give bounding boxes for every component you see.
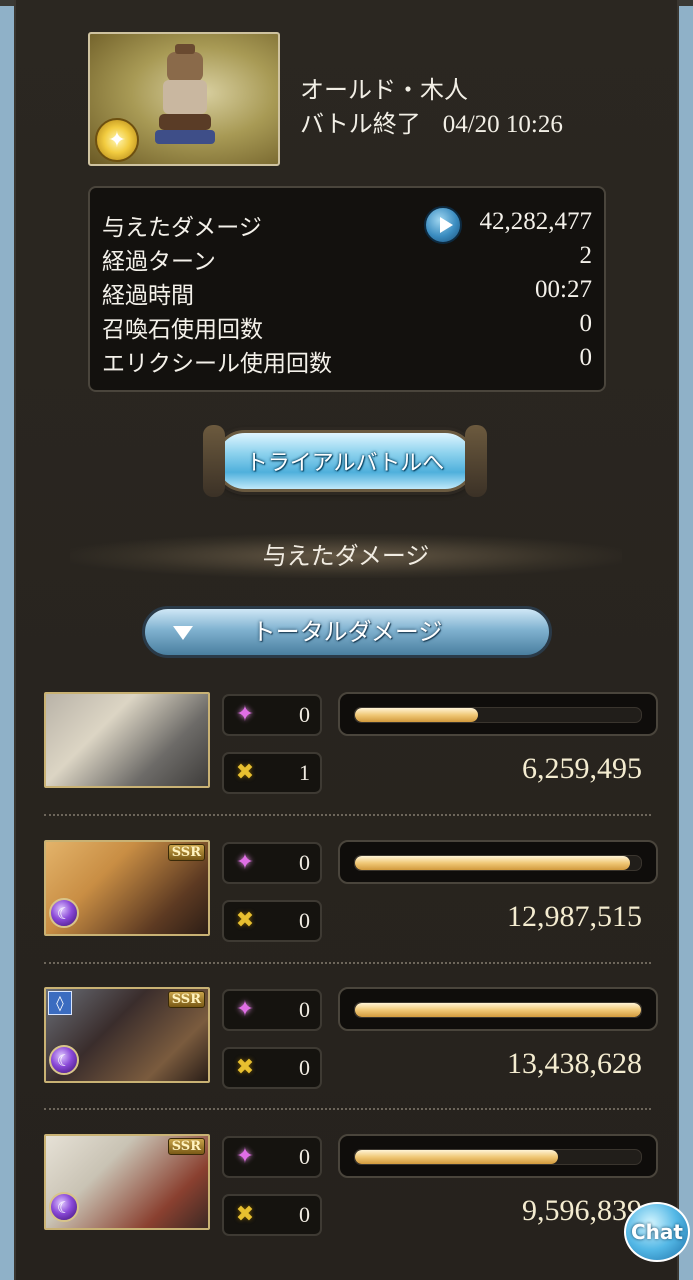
ougi-count: 0 [299, 702, 310, 727]
trial-battle-button[interactable]: トライアルバトルへ [203, 425, 487, 497]
ougi-count: 0 [299, 997, 310, 1022]
chain-count: 0 [299, 908, 310, 933]
rarity-badge: SSR [167, 1138, 205, 1155]
chain-count: 0 [299, 1055, 310, 1080]
character-portrait[interactable]: SSR ☾ [44, 840, 210, 936]
stat-row-elixirs: エリクシール使用回数 0 [102, 344, 592, 378]
chain-burst-icon: ✖ [235, 1202, 255, 1227]
rarity-badge: SSR [167, 991, 205, 1008]
chain-burst-icon: ✖ [235, 908, 255, 933]
stat-row-turns: 経過ターン 2 [102, 242, 592, 276]
chain-burst-icon: ✖ [235, 1055, 255, 1080]
chain-counter: ✖ 0 [222, 1047, 322, 1089]
character-row: ◊ SSR ☾ ✦ 0 ✖ 0 13,438,628 [44, 987, 664, 1097]
chain-counter: ✖ 1 [222, 752, 322, 794]
button-cap-right [465, 425, 487, 497]
chain-burst-icon: ✖ [235, 760, 255, 785]
character-damage: 6,259,495 [522, 752, 642, 785]
chain-counter: ✖ 0 [222, 1194, 322, 1236]
damage-share-bar [338, 840, 658, 884]
stat-row-time: 経過時間 00:27 [102, 276, 592, 310]
dark-element-icon: ☾ [49, 1045, 79, 1075]
row-divider [44, 1108, 651, 1110]
battle-status: バトル終了 04/20 10:26 [300, 104, 563, 139]
ougi-counter: ✦ 0 [222, 989, 322, 1031]
stat-value: 2 [579, 242, 593, 269]
battle-status-label: バトル終了 [300, 110, 421, 138]
stat-row-summons: 召喚石使用回数 0 [102, 310, 592, 344]
damage-share-bar [338, 987, 658, 1031]
character-portrait[interactable]: ◊ SSR ☾ [44, 987, 210, 1083]
stat-value: 0 [579, 344, 593, 371]
stat-row-damage: 与えたダメージ 42,282,477 [102, 206, 593, 244]
damage-type-dropdown-label: トータルダメージ [251, 618, 443, 646]
trial-battle-button-label: トライアルバトルへ [245, 451, 445, 476]
row-divider [44, 814, 651, 816]
character-row: SSR ☾ ✦ 0 ✖ 0 12,987,515 [44, 840, 664, 950]
damage-share-fill [355, 1003, 641, 1017]
stat-label: 与えたダメージ [102, 215, 262, 241]
stat-value: 0 [579, 310, 593, 337]
stat-label: 経過ターン [102, 249, 216, 275]
ougi-count: 0 [299, 1144, 310, 1169]
chain-counter: ✖ 0 [222, 900, 322, 942]
boss-thumbnail: ✦ [88, 32, 280, 166]
character-damage: 9,596,839 [522, 1194, 642, 1227]
character-portrait[interactable] [44, 692, 210, 788]
damage-share-bar [338, 1134, 658, 1178]
ougi-counter: ✦ 0 [222, 1136, 322, 1178]
chain-count: 0 [299, 1202, 310, 1227]
ougi-counter: ✦ 0 [222, 842, 322, 884]
damage-share-fill [355, 708, 478, 722]
battle-timestamp: 04/20 10:26 [442, 111, 563, 138]
chevron-down-icon [173, 626, 193, 640]
ougi-star-icon: ✦ [235, 997, 255, 1022]
ougi-count: 0 [299, 850, 310, 875]
light-element-icon: ✦ [95, 118, 139, 162]
damage-share-fill [355, 1150, 559, 1164]
chat-button[interactable]: Chat [624, 1202, 690, 1262]
ougi-counter: ✦ 0 [222, 694, 322, 736]
battle-stats-panel: 与えたダメージ 42,282,477 経過ターン 2 経過時間 00:27 召喚… [88, 186, 606, 392]
character-damage: 12,987,515 [507, 900, 642, 933]
training-dummy-icon [155, 44, 215, 144]
damage-share-bar [338, 692, 658, 736]
damage-type-dropdown[interactable]: トータルダメージ [142, 606, 552, 658]
stat-label: エリクシール使用回数 [102, 351, 332, 377]
stat-value: 42,282,477 [479, 208, 593, 235]
character-row: ✦ 0 ✖ 1 6,259,495 [44, 692, 664, 802]
ougi-star-icon: ✦ [235, 702, 255, 727]
stat-value: 00:27 [535, 276, 592, 303]
ougi-star-icon: ✦ [235, 1144, 255, 1169]
stat-label: 経過時間 [102, 283, 194, 309]
character-row: SSR ☾ ✦ 0 ✖ 0 9,596,839 [44, 1134, 664, 1244]
damage-detail-play-button[interactable] [424, 206, 462, 244]
row-divider [44, 962, 651, 964]
section-title: 与えたダメージ [70, 534, 622, 578]
boss-name: オールド・木人 [300, 76, 468, 104]
ring-icon: ◊ [48, 991, 72, 1015]
stat-label: 召喚石使用回数 [102, 317, 263, 343]
ougi-star-icon: ✦ [235, 850, 255, 875]
dark-element-icon: ☾ [49, 1192, 79, 1222]
dark-element-icon: ☾ [49, 898, 79, 928]
character-damage: 13,438,628 [507, 1047, 642, 1080]
character-portrait[interactable]: SSR ☾ [44, 1134, 210, 1230]
chain-count: 1 [299, 760, 310, 785]
damage-share-fill [355, 856, 630, 870]
button-cap-left [203, 425, 225, 497]
rarity-badge: SSR [167, 844, 205, 861]
